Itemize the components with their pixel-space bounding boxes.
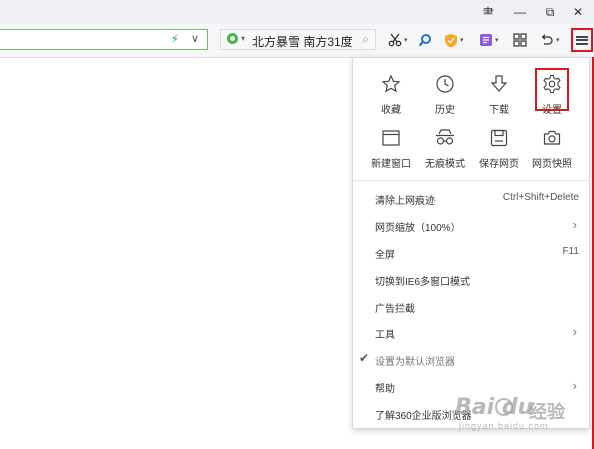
- main-menu-button[interactable]: [571, 28, 593, 52]
- hamburger-icon: [576, 35, 588, 45]
- search-suggestion-text[interactable]: 北方暴雪 南方31度: [252, 33, 353, 50]
- screenshot-caret-icon[interactable]: ▾: [404, 36, 408, 44]
- chevron-right-icon: ›: [572, 217, 577, 232]
- watermark: Bai du 经验 jingyan.baidu.com: [455, 395, 585, 435]
- security-button[interactable]: ▾: [444, 31, 464, 49]
- menu-incognito[interactable]: 无痕模式: [418, 126, 472, 176]
- menu-item-label: 切换到IE6多窗口模式: [375, 277, 471, 288]
- accelerate-icon[interactable]: ⚡: [171, 32, 179, 46]
- translate-caret-icon[interactable]: ▾: [495, 36, 499, 44]
- paw-icon: [495, 398, 513, 416]
- menu-item-label: 广告拦截: [375, 304, 415, 315]
- translate-button[interactable]: ▾: [479, 31, 499, 49]
- skin-icon[interactable]: ⺻: [477, 2, 499, 22]
- address-bar[interactable]: ⚡ ∨: [0, 29, 208, 50]
- magnifier-icon: [418, 34, 431, 47]
- title-bar: ⺻ — ⧉ ✕: [0, 0, 594, 24]
- close-button[interactable]: ✕: [567, 2, 589, 22]
- menu-divider: [353, 180, 589, 181]
- menu-item-clear-history[interactable]: 清除上网痕迹 Ctrl+Shift+Delete: [353, 186, 589, 212]
- scissors-icon: [388, 33, 402, 47]
- menu-item-label: 网页缩放（100%）: [375, 223, 461, 234]
- undo-caret-icon[interactable]: ▾: [556, 36, 560, 44]
- menu-save-page[interactable]: 保存网页: [472, 126, 526, 176]
- floppy-icon: [490, 129, 508, 147]
- menu-item-label: 清除上网痕迹: [375, 196, 435, 207]
- window-icon: [382, 130, 400, 146]
- menu-item-ie6-mode[interactable]: 切换到IE6多窗口模式: [353, 267, 589, 293]
- chevron-down-icon[interactable]: ∨: [191, 32, 199, 45]
- menu-snapshot[interactable]: 网页快照: [525, 126, 579, 176]
- clock-icon: [436, 75, 454, 93]
- search-icon[interactable]: ⌕: [362, 32, 369, 47]
- grid-icon: [513, 33, 527, 47]
- menu-item-fullscreen[interactable]: 全屏 F11: [353, 240, 589, 266]
- menu-item-label: 帮助: [375, 384, 395, 395]
- translate-icon: [480, 34, 492, 46]
- menu-favorites[interactable]: 收藏: [364, 72, 418, 122]
- menu-item-label: 工具: [375, 330, 395, 341]
- menu-item-shortcut: F11: [562, 246, 580, 257]
- chevron-right-icon: ›: [572, 378, 577, 393]
- security-caret-icon[interactable]: ▾: [460, 36, 464, 44]
- star-icon: [381, 74, 401, 93]
- incognito-icon: [436, 129, 454, 145]
- menu-snapshot-label: 网页快照: [532, 159, 572, 170]
- minimize-button[interactable]: —: [509, 2, 531, 22]
- menu-item-ad-block[interactable]: 广告拦截: [353, 294, 589, 320]
- menu-history[interactable]: 历史: [418, 72, 472, 122]
- search-box[interactable]: ▾ 北方暴雪 南方31度 ⌕: [220, 29, 376, 50]
- menu-item-shortcut: Ctrl+Shift+Delete: [502, 192, 579, 203]
- menu-downloads[interactable]: 下载: [472, 72, 526, 122]
- menu-item-label: 全屏: [375, 250, 395, 261]
- menu-new-window[interactable]: 新建窗口: [364, 126, 418, 176]
- shield-icon: [445, 33, 457, 47]
- main-menu: 收藏 历史 下载 设置 新建窗口 无痕模式 保存网页 网页快照 清除上网痕迹 C…: [352, 57, 590, 429]
- chevron-right-icon: ›: [572, 324, 577, 339]
- search-engine-icon[interactable]: [227, 33, 238, 44]
- menu-item-zoom[interactable]: 网页缩放（100%） ›: [353, 213, 589, 239]
- settings-highlight-box: [535, 68, 569, 111]
- undo-icon: [541, 34, 553, 45]
- search-engine-dropdown-icon[interactable]: ▾: [241, 34, 245, 43]
- watermark-url: jingyan.baidu.com: [459, 421, 549, 431]
- restore-button[interactable]: ⧉: [539, 2, 561, 22]
- checkmark-icon: ✔: [359, 351, 370, 365]
- screenshot-button[interactable]: ▾: [388, 31, 408, 49]
- menu-item-tools[interactable]: 工具 ›: [353, 320, 589, 346]
- toolbar: ⚡ ∨ ▾ 北方暴雪 南方31度 ⌕ ▾ ▾ ▾ ▾: [0, 24, 594, 58]
- menu-item-default-browser[interactable]: ✔ 设置为默认浏览器: [353, 347, 589, 373]
- download-icon: [490, 75, 508, 92]
- find-button[interactable]: [418, 31, 432, 49]
- camera-icon: [543, 130, 561, 145]
- apps-button[interactable]: [513, 31, 527, 49]
- undo-close-tab-button[interactable]: ▾: [540, 31, 560, 49]
- menu-item-label: 设置为默认浏览器: [375, 357, 455, 368]
